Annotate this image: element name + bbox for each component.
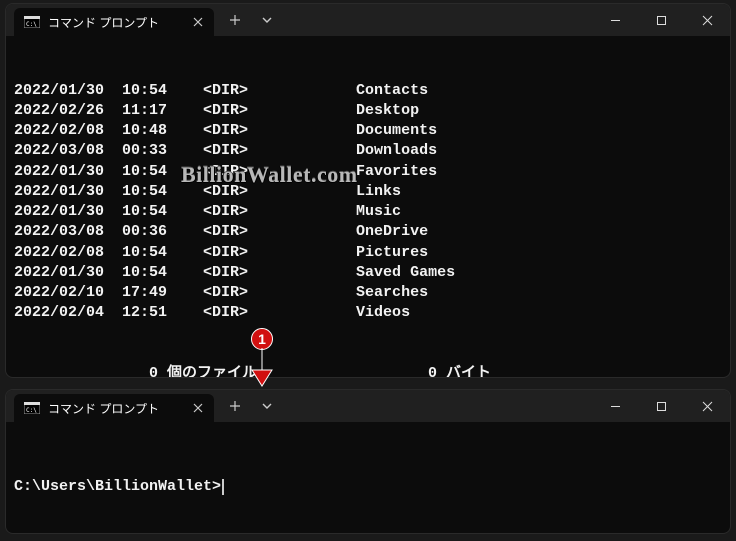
tab-dropdown-button[interactable] — [252, 392, 282, 420]
dir-entry: 2022/01/30 10:54 <DIR> Contacts — [14, 81, 722, 101]
terminal-window-before: C:\ コマンド プロンプト — [5, 3, 731, 378]
svg-text:C:\: C:\ — [26, 21, 37, 28]
dir-entry: 2022/01/30 10:54 <DIR> Saved Games — [14, 263, 722, 283]
tab-actions — [214, 4, 282, 36]
dir-entry: 2022/01/30 10:54 <DIR> Links — [14, 182, 722, 202]
window-controls — [592, 390, 730, 422]
titlebar: C:\ コマンド プロンプト — [6, 4, 730, 36]
dir-entry: 2022/03/08 00:33 <DIR> Downloads — [14, 141, 722, 161]
new-tab-button[interactable] — [220, 6, 250, 34]
dir-entry: 2022/02/26 11:17 <DIR> Desktop — [14, 101, 722, 121]
svg-text:C:\: C:\ — [26, 407, 37, 414]
terminal-output[interactable]: 2022/01/30 10:54 <DIR> Contacts2022/02/2… — [6, 36, 730, 378]
titlebar: C:\ コマンド プロンプト — [6, 390, 730, 422]
dir-entry: 2022/02/08 10:48 <DIR> Documents — [14, 121, 722, 141]
window-close-button[interactable] — [684, 4, 730, 36]
titlebar-drag[interactable] — [282, 390, 592, 422]
prompt-path: C:\Users\BillionWallet> — [14, 477, 221, 497]
summary-files: 0 個のファイル 0 バイト — [14, 364, 722, 378]
terminal-window-after: C:\ コマンド プロンプト — [5, 389, 731, 534]
maximize-button[interactable] — [638, 390, 684, 422]
tab-actions — [214, 390, 282, 422]
tab-strip: C:\ コマンド プロンプト — [6, 4, 214, 36]
dir-entry: 2022/02/10 17:49 <DIR> Searches — [14, 283, 722, 303]
cmd-icon: C:\ — [24, 400, 40, 416]
dir-entry: 2022/02/04 12:51 <DIR> Videos — [14, 303, 722, 323]
dir-entry: 2022/01/30 10:54 <DIR> Favorites — [14, 162, 722, 182]
dir-entry: 2022/01/30 10:54 <DIR> Music — [14, 202, 722, 222]
dir-entry: 2022/03/08 00:36 <DIR> OneDrive — [14, 222, 722, 242]
tab-active[interactable]: C:\ コマンド プロンプト — [14, 8, 214, 36]
window-close-button[interactable] — [684, 390, 730, 422]
prompt-line: C:\Users\BillionWallet> — [14, 477, 722, 497]
tab-title: コマンド プロンプト — [48, 400, 182, 417]
dir-entry: 2022/02/08 10:54 <DIR> Pictures — [14, 243, 722, 263]
terminal-output[interactable]: C:\Users\BillionWallet> — [6, 422, 730, 534]
tab-active[interactable]: C:\ コマンド プロンプト — [14, 394, 214, 422]
window-controls — [592, 4, 730, 36]
cursor — [222, 479, 224, 495]
minimize-button[interactable] — [592, 4, 638, 36]
maximize-button[interactable] — [638, 4, 684, 36]
new-tab-button[interactable] — [220, 392, 250, 420]
tab-title: コマンド プロンプト — [48, 14, 182, 31]
minimize-button[interactable] — [592, 390, 638, 422]
tab-close-button[interactable] — [190, 14, 206, 30]
tab-close-button[interactable] — [190, 400, 206, 416]
cmd-icon: C:\ — [24, 14, 40, 30]
tab-dropdown-button[interactable] — [252, 6, 282, 34]
titlebar-drag[interactable] — [282, 4, 592, 36]
tab-strip: C:\ コマンド プロンプト — [6, 390, 214, 422]
